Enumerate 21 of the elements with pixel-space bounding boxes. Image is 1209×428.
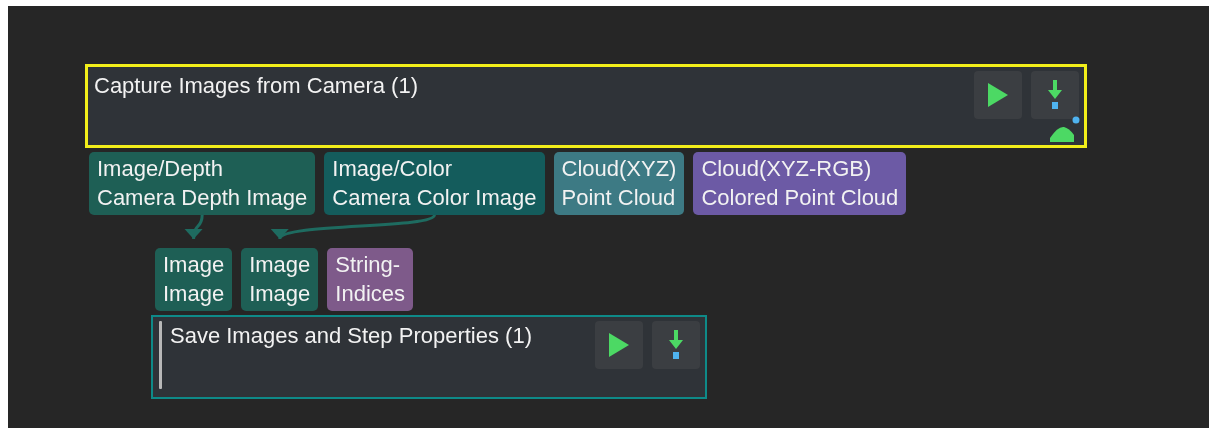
port-label[interactable]: Image/Depth Camera Depth Image: [89, 152, 316, 215]
download-button[interactable]: [1031, 71, 1079, 119]
port-label[interactable]: String- Indices: [327, 248, 414, 311]
download-icon: [1047, 80, 1063, 110]
play-icon: [608, 332, 630, 358]
download-icon: [668, 330, 684, 360]
run-button[interactable]: [974, 71, 1022, 119]
connection-arrow: [184, 214, 204, 240]
port-label[interactable]: Image/Color Camera Color Image: [324, 152, 545, 215]
port-label[interactable]: Image Image: [241, 248, 319, 311]
play-icon: [987, 82, 1009, 108]
step-title: Save Images and Step Properties (1): [170, 322, 533, 350]
run-button[interactable]: [595, 321, 643, 369]
step-node[interactable]: Capture Images from Camera (1): [85, 64, 1087, 148]
step-title: Capture Images from Camera (1): [94, 72, 419, 100]
port-label[interactable]: Cloud(XYZ) Point Cloud: [553, 152, 685, 215]
download-button[interactable]: [652, 321, 700, 369]
step-node[interactable]: Save Images and Step Properties (1): [151, 315, 707, 399]
node-indicator: [159, 321, 162, 389]
port-label[interactable]: Cloud(XYZ-RGB) Colored Point Cloud: [693, 152, 907, 215]
port-label[interactable]: Image Image: [155, 248, 233, 311]
